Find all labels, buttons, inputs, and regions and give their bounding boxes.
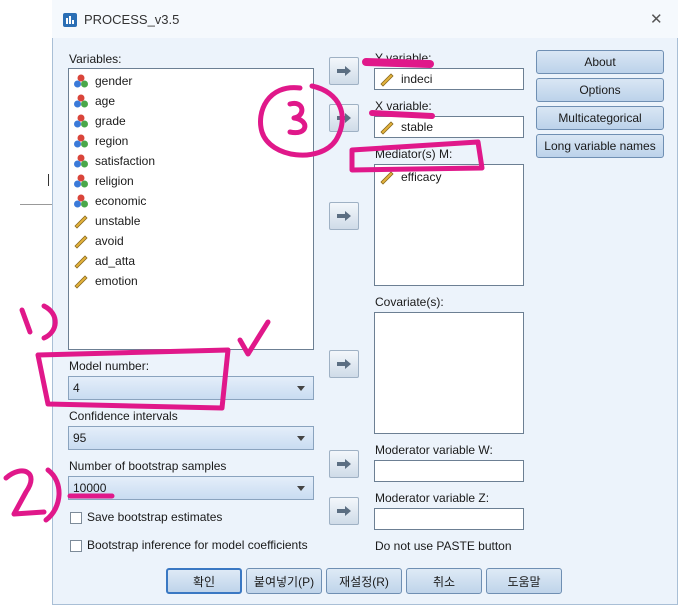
save-bootstrap-label: Save bootstrap estimates xyxy=(87,510,223,524)
options-button[interactable]: Options xyxy=(536,78,664,102)
list-item[interactable]: efficacy xyxy=(379,167,441,187)
bootstrap-inference-checkbox[interactable] xyxy=(70,540,82,552)
y-variable-field[interactable]: indeci xyxy=(374,68,524,90)
confidence-intervals-select[interactable]: 95 xyxy=(68,426,314,450)
list-item[interactable]: grade xyxy=(73,111,126,131)
list-item[interactable]: region xyxy=(73,131,128,151)
reset-button[interactable]: 재설정(R) xyxy=(326,568,402,594)
variable-label: unstable xyxy=(95,214,141,228)
move-to-x-button[interactable] xyxy=(329,104,359,132)
annotation-mark-2 xyxy=(3,468,47,517)
arrow-right-icon xyxy=(337,211,351,221)
multicategorical-button[interactable]: Multicategorical xyxy=(536,106,664,130)
app-icon xyxy=(62,12,78,28)
variables-list[interactable]: gender age grade region satisfaction religion… xyxy=(68,68,314,350)
move-to-covariate-button[interactable] xyxy=(329,350,359,378)
covariate-label: Covariate(s): xyxy=(375,295,444,309)
background-divider xyxy=(20,204,52,205)
list-item[interactable]: religion xyxy=(73,171,134,191)
model-number-label: Model number: xyxy=(69,359,150,373)
annotation-mark-1a xyxy=(19,307,33,335)
list-item[interactable]: emotion xyxy=(73,271,138,291)
nominal-icon xyxy=(73,153,89,169)
moderator-w-field[interactable] xyxy=(374,460,524,482)
paste-button[interactable]: 붙여넣기(P) xyxy=(246,568,322,594)
x-variable-label: X variable: xyxy=(375,99,432,113)
list-item[interactable]: gender xyxy=(73,71,132,91)
move-to-moderator-w-button[interactable] xyxy=(329,450,359,478)
confidence-intervals-label: Confidence intervals xyxy=(69,409,178,423)
model-number-value: 4 xyxy=(73,381,80,395)
nominal-icon xyxy=(73,173,89,189)
long-variable-names-button[interactable]: Long variable names xyxy=(536,134,664,158)
background-text-cursor xyxy=(48,174,49,186)
save-bootstrap-checkbox[interactable] xyxy=(70,512,82,524)
chevron-down-icon xyxy=(297,436,305,441)
confidence-intervals-value: 95 xyxy=(73,431,87,445)
paste-note: Do not use PASTE button xyxy=(375,539,512,553)
scale-icon xyxy=(73,213,89,229)
variable-label: age xyxy=(95,94,116,108)
list-item[interactable]: age xyxy=(73,91,115,111)
mediator-label: Mediator(s) M: xyxy=(375,147,453,161)
cancel-button[interactable]: 취소 xyxy=(406,568,482,594)
nominal-icon xyxy=(73,73,89,89)
y-variable-label: Y variable: xyxy=(375,51,432,65)
scale-icon xyxy=(73,233,89,249)
list-item[interactable]: unstable xyxy=(73,211,140,231)
nominal-icon xyxy=(73,133,89,149)
help-button[interactable]: 도움말 xyxy=(486,568,562,594)
moderator-z-label: Moderator variable Z: xyxy=(375,491,490,505)
y-variable-value: indeci xyxy=(401,72,433,86)
arrow-right-icon xyxy=(337,113,351,123)
bootstrap-inference-label: Bootstrap inference for model coefficien… xyxy=(87,538,308,552)
variable-label: gender xyxy=(95,74,133,88)
x-variable-field[interactable]: stable xyxy=(374,116,524,138)
list-item[interactable]: satisfaction xyxy=(73,151,155,171)
scale-icon xyxy=(379,71,395,87)
model-number-select[interactable]: 4 xyxy=(68,376,314,400)
move-to-moderator-z-button[interactable] xyxy=(329,497,359,525)
arrow-right-icon xyxy=(337,359,351,369)
variable-label: emotion xyxy=(95,274,138,288)
scale-icon xyxy=(379,119,395,135)
mediator-item-label: efficacy xyxy=(401,170,442,184)
chevron-down-icon xyxy=(297,486,305,491)
variable-label: region xyxy=(95,134,129,148)
moderator-z-field[interactable] xyxy=(374,508,524,530)
list-item[interactable]: avoid xyxy=(73,231,124,251)
x-variable-value: stable xyxy=(401,120,434,134)
arrow-right-icon xyxy=(337,459,351,469)
variable-label: ad_atta xyxy=(95,254,136,268)
arrow-right-icon xyxy=(337,506,351,516)
scale-icon xyxy=(73,253,89,269)
move-to-y-button[interactable] xyxy=(329,57,359,85)
chevron-down-icon xyxy=(297,386,305,391)
nominal-icon xyxy=(73,113,89,129)
variable-label: economic xyxy=(95,194,147,208)
nominal-icon xyxy=(73,193,89,209)
move-to-mediator-button[interactable] xyxy=(329,202,359,230)
close-icon[interactable]: ✕ xyxy=(650,10,663,28)
bootstrap-samples-select[interactable]: 10000 xyxy=(68,476,314,500)
variable-label: satisfaction xyxy=(95,154,156,168)
arrow-right-icon xyxy=(337,66,351,76)
moderator-w-label: Moderator variable W: xyxy=(375,443,493,457)
list-item[interactable]: ad_atta xyxy=(73,251,135,271)
scale-icon xyxy=(73,273,89,289)
bootstrap-samples-label: Number of bootstrap samples xyxy=(69,459,227,473)
scale-icon xyxy=(379,169,395,185)
list-item[interactable]: economic xyxy=(73,191,146,211)
window-title: PROCESS_v3.5 xyxy=(84,12,180,27)
covariate-list[interactable] xyxy=(374,312,524,434)
variable-label: religion xyxy=(95,174,134,188)
about-button[interactable]: About xyxy=(536,50,664,74)
mediator-list[interactable]: efficacy xyxy=(374,164,524,286)
nominal-icon xyxy=(73,93,89,109)
variable-label: grade xyxy=(95,114,126,128)
variables-label: Variables: xyxy=(69,52,122,66)
variable-label: avoid xyxy=(95,234,124,248)
bootstrap-samples-value: 10000 xyxy=(73,481,107,495)
ok-button[interactable]: 확인 xyxy=(166,568,242,594)
